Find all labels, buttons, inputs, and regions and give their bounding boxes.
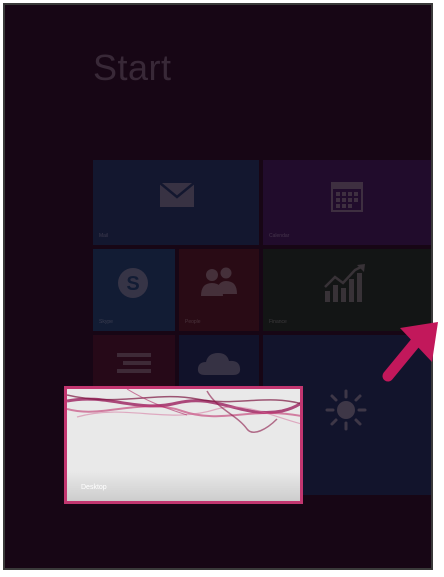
- weather-sun-icon: [325, 389, 367, 431]
- people-icon: [201, 267, 237, 296]
- svg-text:S: S: [126, 273, 139, 295]
- finance-chart-icon: [324, 264, 365, 302]
- tile-onedrive[interactable]: [179, 335, 259, 393]
- tile-news[interactable]: [93, 335, 175, 393]
- start-screen-title: Start: [93, 47, 172, 88]
- tile-desktop-label: Desktop: [81, 484, 107, 491]
- tile-calendar[interactable]: Calendar: [263, 160, 431, 245]
- tile-skype[interactable]: S Skype: [93, 249, 175, 331]
- tile-mail[interactable]: Mail: [93, 160, 259, 245]
- swipe-arrow-icon: [382, 322, 438, 382]
- skype-icon: S: [118, 268, 148, 298]
- tile-people[interactable]: People: [179, 249, 259, 331]
- calendar-icon: [331, 182, 363, 212]
- mail-icon: [159, 182, 195, 207]
- tile-people-label: People: [185, 319, 201, 325]
- tile-calendar-label: Calendar: [269, 233, 290, 239]
- tile-finance-label: Finance: [269, 319, 287, 325]
- onedrive-cloud-icon: [197, 353, 241, 375]
- tile-skype-label: Skype: [99, 319, 113, 325]
- tile-mail-label: Mail: [99, 233, 109, 239]
- news-icon: [117, 353, 151, 373]
- tile-desktop[interactable]: Desktop: [64, 386, 303, 504]
